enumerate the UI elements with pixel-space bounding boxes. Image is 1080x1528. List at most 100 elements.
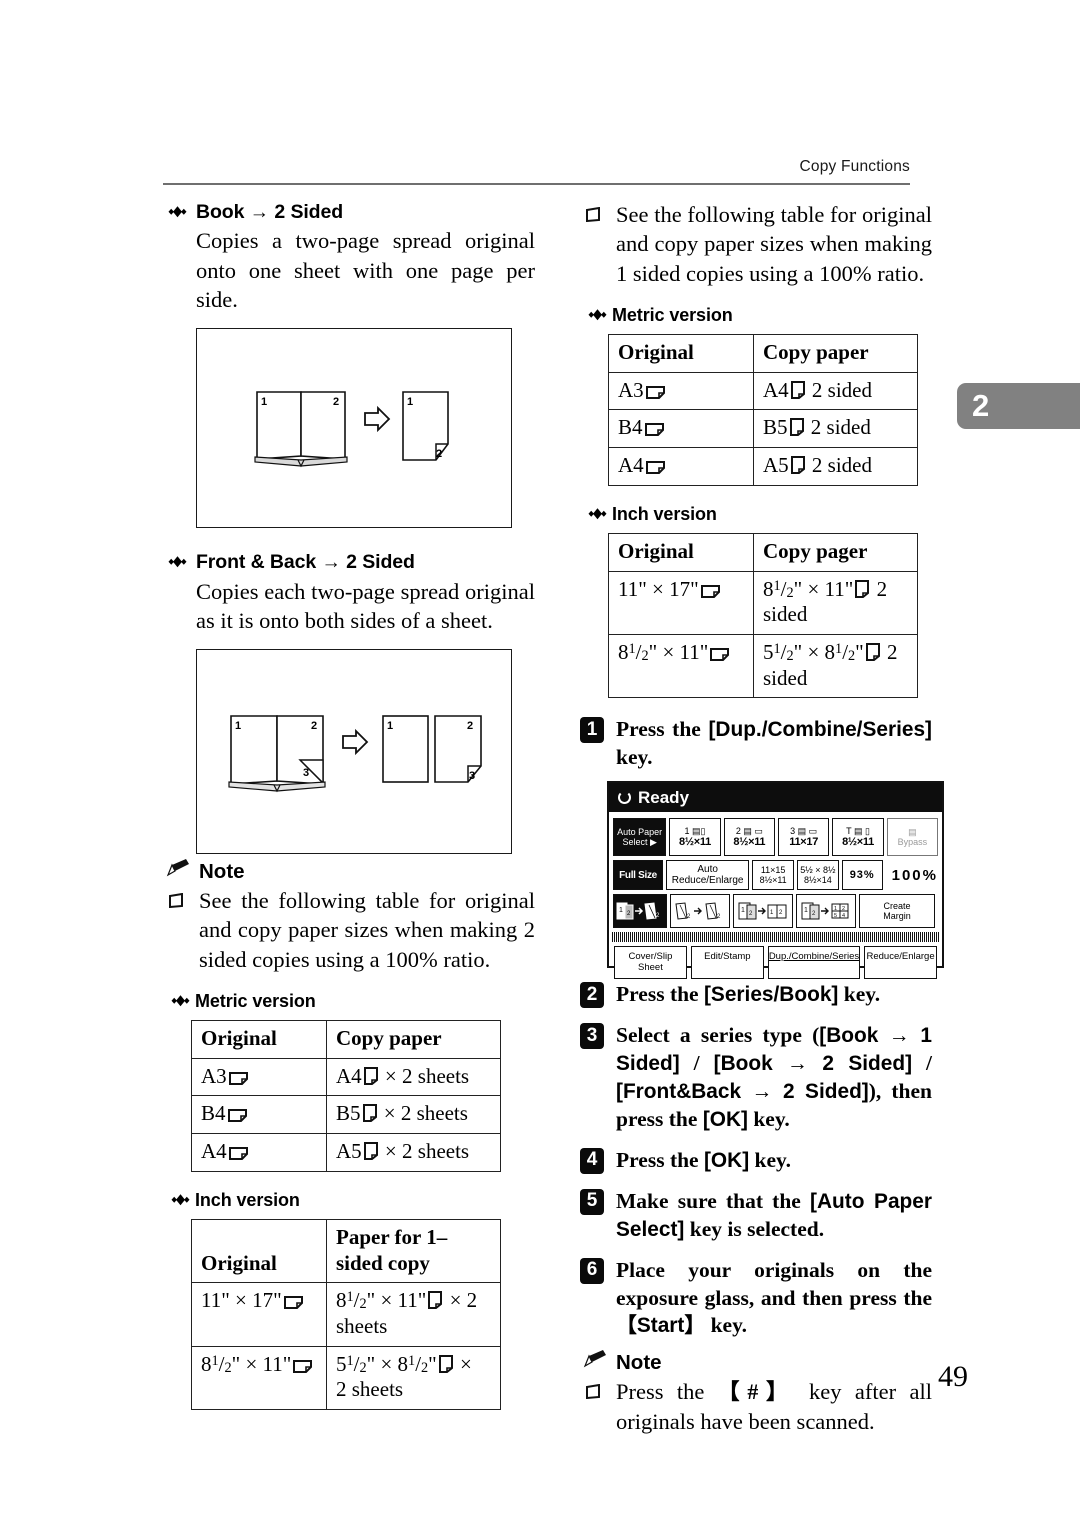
key-label-top: 11×15 — [760, 865, 786, 876]
table-row: B4 B5 2 sided — [608, 409, 918, 449]
svg-text:1: 1 — [235, 720, 241, 732]
2-sided-to-2-sided-key[interactable]: 2 2 — [670, 894, 730, 929]
table-row: B4 B5 × 2 sheets — [191, 1095, 501, 1135]
svg-text:2: 2 — [842, 906, 845, 912]
zoom-row: Full Size Auto Reduce/Enlarge 11×15 8½×1… — [609, 856, 942, 891]
running-head: Copy Functions — [799, 158, 910, 175]
col-copy-paper: Copy paper — [326, 1020, 501, 1059]
cell-original: A3 — [608, 371, 754, 411]
landscape-paper-icon — [710, 648, 730, 662]
step-text: Select a series type ([Book → 1 Sided] /… — [616, 1023, 933, 1131]
tab-label: Cover/Slip Sheet — [628, 951, 673, 974]
portrait-paper-icon — [789, 418, 804, 437]
diamond-bullet-icon — [588, 309, 607, 321]
key-label-bottom: 8½×11 — [733, 835, 766, 848]
lcd-status-text: Ready — [638, 787, 690, 807]
key-label-bottom: Bypass — [897, 837, 928, 848]
book-to-2-sided-figure: 1 2 1 2 — [196, 328, 512, 529]
svg-text:2: 2 — [436, 448, 442, 460]
key-label-bottom: 11×17 — [789, 835, 819, 848]
tab-edit-stamp[interactable]: Edit/Stamp — [690, 946, 764, 980]
create-margin-key[interactable]: Create Margin — [859, 894, 935, 929]
cell-text: B4 — [618, 415, 643, 440]
note-item-text: Press the 【#】 key after all originals ha… — [616, 1379, 933, 1434]
heading-metric-version-right: Metric version — [580, 304, 932, 327]
svg-text:1: 1 — [834, 906, 837, 912]
col-copy-paper: Copy paper — [753, 334, 918, 373]
step-number: 5 — [580, 1188, 604, 1215]
heading-inch-version-left: Inch version — [163, 1189, 535, 1212]
step-text: Press the [OK] key. — [616, 1147, 791, 1172]
preset-ratio-key-1[interactable]: 11×15 8½×11 — [752, 860, 795, 891]
key-label-top: 1 ▤▯ — [684, 825, 706, 836]
svg-text:1: 1 — [387, 720, 393, 732]
pencil-icon — [166, 859, 189, 877]
table-header-row: Original Copy pager — [608, 533, 918, 572]
tray-t-key[interactable]: T ▤ ▯ 8½×11 — [832, 818, 884, 857]
heading-text: Inch version — [195, 1189, 300, 1210]
tray-3-key[interactable]: 3 ▤ ▭ 11×17 — [778, 818, 830, 857]
cell-original: A4 — [191, 1133, 327, 1172]
tab-cover-slip-sheet[interactable]: Cover/Slip Sheet — [614, 946, 687, 980]
cell-copy: A4 × 2 sheets — [326, 1057, 501, 1097]
col-original: Original — [608, 533, 754, 572]
table-header-row: Original Paper for 1– sided copy — [191, 1219, 501, 1284]
diamond-bullet-icon — [168, 206, 187, 218]
cell-text: A4 — [201, 1139, 227, 1164]
cell-original: B4 — [608, 409, 754, 449]
cell-copy: A5 × 2 sheets — [326, 1133, 501, 1172]
inch-table-left: Original Paper for 1– sided copy 11" × 17… — [191, 1219, 501, 1410]
col-original: Original — [191, 1219, 327, 1284]
key-label-top: T ▤ ▯ — [846, 825, 870, 836]
svg-text:5: 5 — [834, 913, 837, 919]
diamond-bullet-icon — [168, 556, 187, 568]
zoom-93-key[interactable]: 93% — [841, 860, 883, 891]
cell-original: A3 — [191, 1057, 327, 1097]
cell-suffix: × 2 sheets — [384, 1063, 470, 1088]
key-label-top: 2 ▤ ▭ — [735, 825, 763, 836]
table-row: 81/2" × 11" 51/2" × 81/2" 2 sided — [608, 634, 918, 699]
auto-reduce-enlarge-key[interactable]: Auto Reduce/Enlarge — [666, 860, 750, 891]
duplex-row: 1 2 2 2 2 1 2 1 2 1 2 1 2 5 4 Create Mar… — [609, 890, 942, 929]
book-to-2-sided-key-icon: 1 2 2 — [616, 902, 660, 920]
tab-dup-combine-series[interactable]: Dup./Combine/Series — [767, 946, 861, 980]
table-row: A3 A4 × 2 sheets — [191, 1057, 501, 1097]
auto-paper-select-key[interactable]: Auto Paper Select ▶ — [613, 818, 667, 857]
cell-copy: A4 2 sided — [753, 371, 918, 411]
note-item-text: See the following table for original and… — [616, 202, 932, 286]
full-size-key[interactable]: Full Size — [613, 860, 664, 891]
combine-key-icon: 1 2 1 2 5 4 — [801, 902, 849, 920]
note-label-text: Note — [199, 860, 245, 883]
2-sided-to-1-sided-key[interactable]: 1 2 1 2 — [733, 894, 793, 929]
key-label-bottom: Select ▶ — [622, 837, 657, 848]
bypass-tray-key[interactable]: ▤ Bypass — [886, 818, 939, 857]
cell-text: A4 — [336, 1063, 362, 1088]
key-label: Auto Reduce/Enlarge — [671, 863, 744, 887]
key-label-bottom: 8½×11 — [759, 875, 787, 886]
table-row: 81/2" × 11" 51/2" × 81/2" × 2 sheets — [191, 1345, 501, 1410]
combine-key[interactable]: 1 2 1 2 5 4 — [796, 894, 856, 929]
landscape-paper-icon — [228, 1071, 248, 1085]
open-square-bullet-icon — [586, 1384, 600, 1400]
tab-reduce-enlarge[interactable]: Reduce/Enlarge — [864, 946, 938, 980]
book-to-2-sided-illustration: 1 2 1 2 — [254, 391, 449, 468]
svg-text:1: 1 — [261, 396, 267, 408]
tray-2-key[interactable]: 2 ▤ ▭ 8½×11 — [723, 818, 775, 857]
cell-suffix: 2 sided — [811, 377, 872, 402]
cell-copy: 81/2" × 11" 2 sided — [753, 570, 918, 636]
preset-ratio-key-2[interactable]: 5½ × 8½ 8½×14 — [797, 860, 839, 891]
svg-text:3: 3 — [303, 767, 309, 779]
cell-original: 81/2" × 11" — [608, 634, 754, 699]
heading-inch-version-right: Inch version — [580, 503, 932, 526]
book-to-2-sided-key[interactable]: 1 2 2 — [613, 894, 667, 929]
svg-text:1: 1 — [619, 907, 623, 914]
cell-copy: 51/2" × 81/2" 2 sided — [753, 634, 918, 699]
2-sided-to-2-sided-key-icon: 2 2 — [675, 902, 721, 920]
lcd-bottom-tabs: Cover/Slip Sheet Edit/Stamp Dup./Combine… — [609, 942, 942, 980]
cell-original: 81/2" × 11" — [191, 1345, 327, 1410]
cell-copy: B5 × 2 sheets — [326, 1095, 501, 1135]
note-label-left: Note — [163, 859, 535, 884]
tray-1-key[interactable]: 1 ▤▯ 8½×11 — [669, 818, 721, 857]
cell-original: 11" × 17" — [191, 1282, 327, 1347]
document-page: Copy Functions 2 Book → 2 Sided Copies a… — [0, 0, 1080, 1528]
